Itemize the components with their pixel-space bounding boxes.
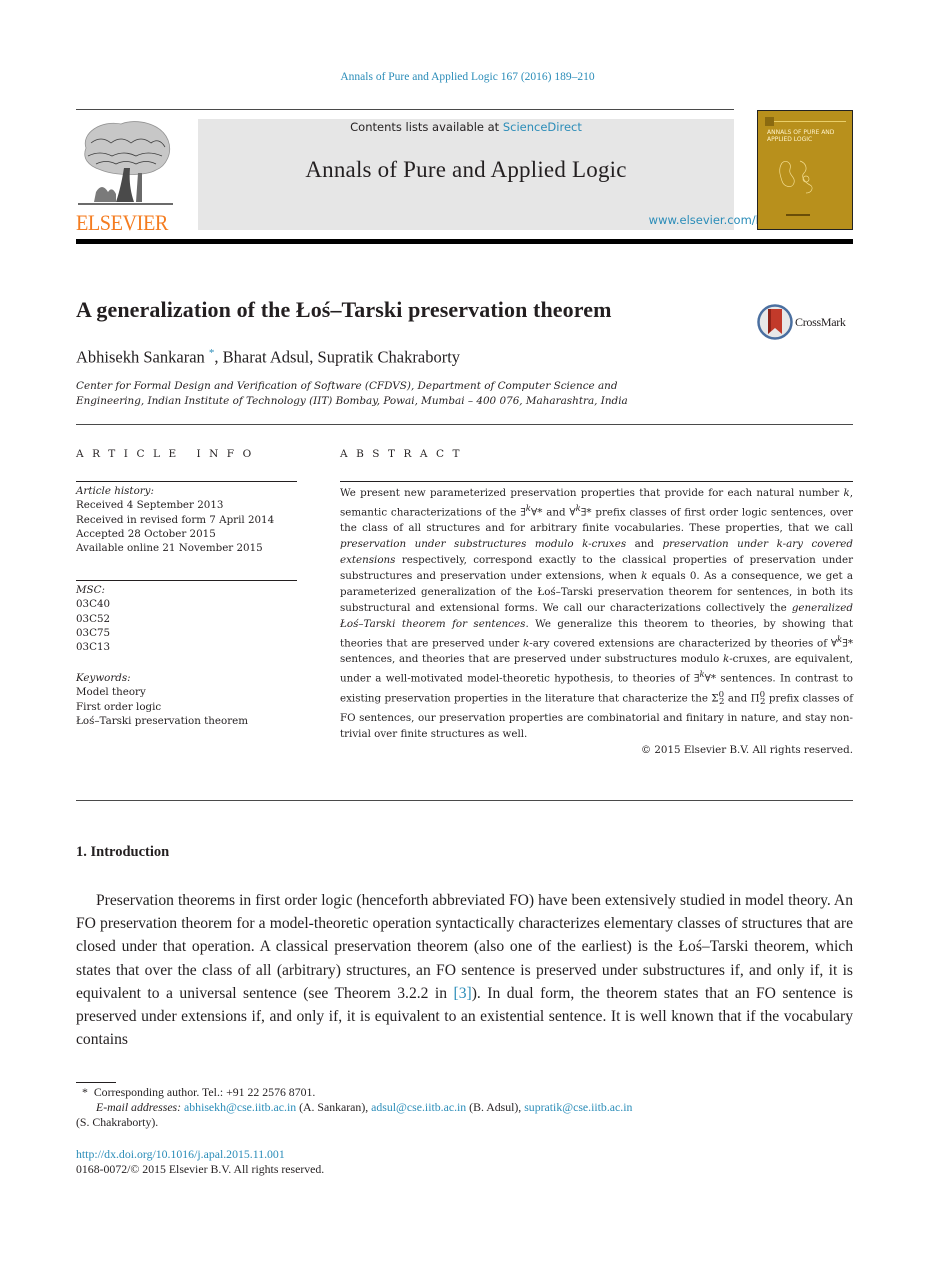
footnote-emails: E-mail addresses: abhisekh@cse.iitb.ac.i… — [76, 1100, 853, 1115]
elsevier-tree-icon — [78, 121, 173, 205]
msc-label: MSC: — [76, 584, 105, 596]
abstract-span: -ary covered extensions are characterize… — [529, 637, 838, 650]
section-heading-introduction: 1. Introduction — [76, 844, 170, 860]
history-entry: Received in revised form 7 April 2014 — [76, 513, 275, 526]
abstract-span: We present new parameterized preservatio… — [340, 487, 844, 499]
header-thick-rule — [76, 239, 853, 244]
front-matter-rule — [76, 800, 853, 801]
keyword: Model theory — [76, 686, 146, 699]
keyword: Łoś–Tarski preservation theorem — [76, 714, 248, 727]
journal-cover-thumbnail[interactable]: ANNALS OF PURE AND APPLIED LOGIC — [757, 110, 853, 230]
history-entry: Received 4 September 2013 — [76, 499, 224, 512]
crossmark-button[interactable]: CrossMark — [757, 304, 857, 340]
cover-footer-mark — [786, 214, 810, 216]
crossmark-label: CrossMark — [795, 315, 846, 329]
email-owner: (A. Sankaran), — [296, 1100, 372, 1114]
article-info-rule — [76, 580, 297, 581]
abstract-span: and — [626, 538, 663, 551]
elsevier-wordmark: ELSEVIER — [76, 210, 168, 235]
affiliation-line: Engineering, Indian Institute of Technol… — [76, 395, 628, 407]
cover-elsevier-badge — [765, 117, 774, 126]
history-entry: Accepted 28 October 2015 — [76, 527, 216, 540]
keywords-label: Keywords: — [76, 672, 131, 684]
footnote-corresponding: * Corresponding author. Tel.: +91 22 257… — [76, 1085, 853, 1100]
introduction-paragraph: Preservation theorems in first order log… — [76, 889, 853, 1051]
cover-illustration-icon — [779, 160, 813, 194]
author-name[interactable]: Abhisekh Sankaran — [76, 348, 205, 367]
citation-link[interactable]: [3] — [454, 985, 472, 1002]
journal-name: Annals of Pure and Applied Logic — [305, 157, 627, 182]
article-title: A generalization of the Łoś–Tarski prese… — [76, 297, 612, 322]
keywords: Keywords: Model theory First order logic… — [76, 671, 297, 728]
article-info-rule — [76, 481, 297, 482]
msc-codes: MSC: 03C40 03C52 03C75 03C13 — [76, 583, 297, 654]
affiliation-line: Center for Formal Design and Verificatio… — [76, 380, 618, 392]
msc-code: 03C13 — [76, 641, 111, 654]
contents-prefix: Contents lists available at — [350, 120, 503, 134]
email-link[interactable]: supratik@cse.iitb.ac.in — [524, 1100, 632, 1114]
abstract-heading: ABSTRACT — [340, 448, 469, 460]
crossmark-icon — [757, 304, 793, 340]
article-history: Article history: Received 4 September 20… — [76, 484, 297, 555]
journal-reference-link[interactable]: Annals of Pure and Applied Logic 167 (20… — [0, 71, 935, 83]
author-name[interactable]: Bharat Adsul — [223, 348, 310, 367]
doi-link[interactable]: http://dx.doi.org/10.1016/j.apal.2015.11… — [76, 1147, 285, 1161]
email-link[interactable]: adsul@cse.iitb.ac.in — [371, 1100, 466, 1114]
footnotes: * Corresponding author. Tel.: +91 22 257… — [76, 1085, 853, 1130]
author-name[interactable]: Supratik Chakraborty — [318, 348, 461, 367]
author-list: Abhisekh Sankaran *, Bharat Adsul, Supra… — [76, 347, 460, 368]
email-owner-last: (S. Chakraborty). — [76, 1115, 159, 1129]
email-link[interactable]: abhisekh@cse.iitb.ac.in — [184, 1100, 296, 1114]
footnote-rule — [76, 1082, 116, 1083]
journal-masthead: Contents lists available at ScienceDirec… — [198, 119, 819, 230]
cover-rule — [774, 121, 846, 122]
journal-homepage-link[interactable]: www.elsevier.com/locate/apal — [466, 213, 935, 227]
abstract-text: We present new parameterized preservatio… — [340, 486, 853, 759]
sciencedirect-link[interactable]: ScienceDirect — [503, 120, 582, 134]
abstract-copyright: © 2015 Elsevier B.V. All rights reserved… — [640, 744, 853, 757]
abstract-emphasis: preservation under substructures modulo … — [340, 538, 627, 551]
msc-code: 03C52 — [76, 612, 111, 625]
author-separator: , — [309, 347, 318, 367]
abstract-span: ∀* and ∀ — [531, 506, 576, 519]
footnote-mark: * — [82, 1085, 88, 1099]
email-label: E-mail addresses: — [96, 1100, 182, 1114]
abstract-span: and Π — [724, 692, 760, 705]
elsevier-logo: ELSEVIER — [76, 118, 175, 235]
msc-code: 03C75 — [76, 626, 111, 639]
msc-code: 03C40 — [76, 598, 111, 611]
contents-line: Contents lists available at ScienceDirec… — [198, 120, 734, 134]
affiliation: Center for Formal Design and Verificatio… — [76, 379, 746, 409]
article-history-label: Article history: — [76, 485, 154, 497]
doi-block: http://dx.doi.org/10.1016/j.apal.2015.11… — [76, 1147, 324, 1177]
author-separator: , — [214, 347, 223, 367]
email-owner: (B. Adsul), — [466, 1100, 525, 1114]
header-top-rule — [76, 109, 734, 110]
cover-title: ANNALS OF PURE AND APPLIED LOGIC — [767, 129, 835, 143]
corresponding-author-note: Corresponding author. Tel.: +91 22 2576 … — [93, 1085, 316, 1099]
issn-copyright: 0168-0072/© 2015 Elsevier B.V. All right… — [76, 1162, 325, 1176]
abstract-rule — [340, 481, 853, 482]
article-info-heading: ARTICLE INFO — [76, 448, 260, 460]
history-entry: Available online 21 November 2015 — [76, 542, 263, 555]
keyword: First order logic — [76, 700, 162, 713]
title-block-rule — [76, 424, 853, 425]
